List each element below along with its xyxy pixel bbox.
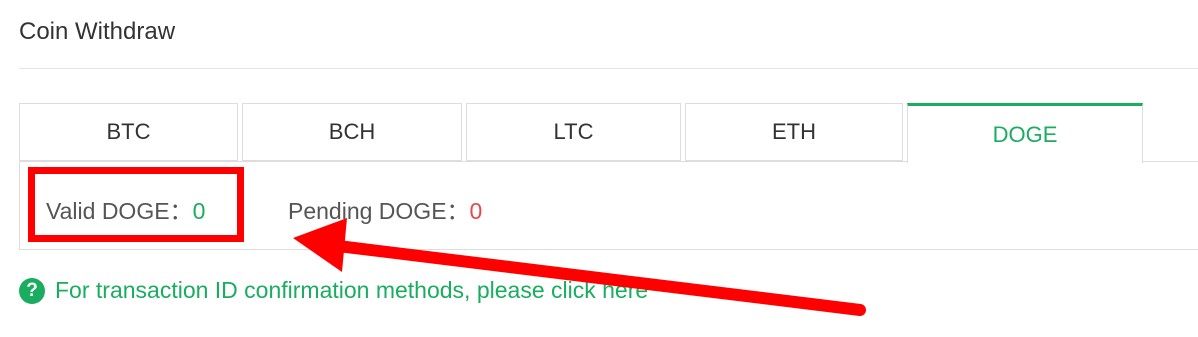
tab-ltc[interactable]: LTC bbox=[466, 103, 681, 161]
tab-doge[interactable]: DOGE bbox=[907, 103, 1143, 163]
currency-tabs: BTC BCH LTC ETH DOGE bbox=[19, 103, 1198, 163]
transaction-id-help-link[interactable]: ? For transaction ID confirmation method… bbox=[19, 277, 648, 304]
page-title: Coin Withdraw bbox=[19, 18, 176, 45]
tab-bch[interactable]: BCH bbox=[242, 103, 462, 161]
title-divider bbox=[19, 68, 1198, 69]
tab-eth[interactable]: ETH bbox=[685, 103, 903, 161]
question-circle-icon: ? bbox=[19, 277, 45, 304]
pending-balance: Pending DOGE：0 bbox=[288, 192, 482, 226]
help-link-text: For transaction ID confirmation methods,… bbox=[55, 277, 649, 303]
pending-balance-label: Pending DOGE： bbox=[288, 198, 470, 224]
coin-withdraw-page: Coin Withdraw BTC BCH LTC ETH DOGE Valid… bbox=[0, 0, 1198, 337]
pending-balance-value: 0 bbox=[469, 198, 483, 224]
annotation-highlight-box bbox=[28, 167, 244, 242]
tab-btc[interactable]: BTC bbox=[19, 103, 238, 161]
